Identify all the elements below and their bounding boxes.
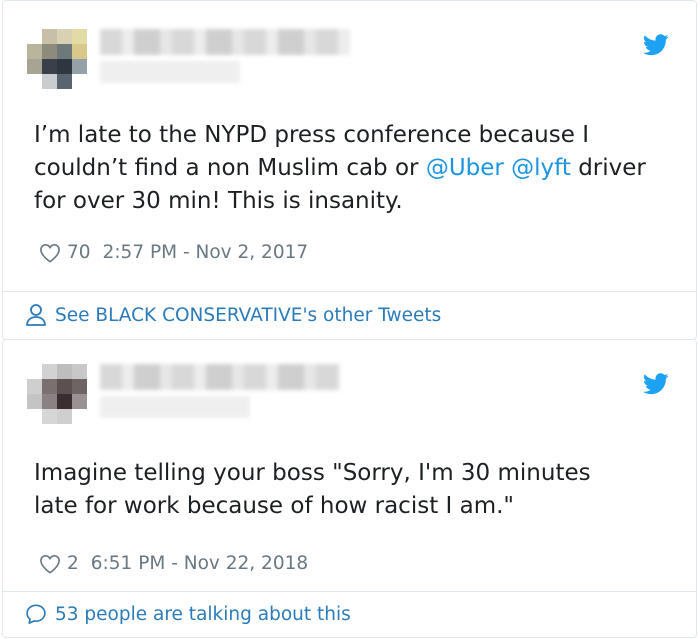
tweet-meta: 70 2:57 PM - Nov 2, 2017 (39, 242, 308, 263)
avatar[interactable] (27, 364, 87, 424)
like-count[interactable]: 70 (67, 242, 91, 263)
author-name-blurred[interactable] (100, 364, 340, 390)
divider (3, 291, 696, 292)
timestamp-link[interactable]: 2:57 PM - Nov 2, 2017 (103, 242, 309, 263)
see-other-tweets-link[interactable]: See BLACK CONSERVATIVE's other Tweets (25, 303, 441, 327)
tweet-card[interactable]: I’m late to the NYPD press conference be… (2, 0, 697, 340)
tweet-meta: 2 6:51 PM - Nov 22, 2018 (39, 553, 308, 574)
heart-icon[interactable] (39, 243, 61, 263)
person-icon (26, 304, 46, 326)
author-handle-blurred[interactable] (100, 396, 250, 418)
avatar[interactable] (27, 29, 87, 89)
like-count[interactable]: 2 (67, 553, 79, 574)
see-other-tweets-label: See BLACK CONSERVATIVE's other Tweets (55, 304, 442, 326)
heart-icon[interactable] (39, 554, 61, 574)
divider (3, 591, 696, 592)
author-name-blurred[interactable] (100, 29, 350, 55)
mention-link[interactable]: @lyft (511, 155, 571, 181)
author-handle-blurred[interactable] (100, 61, 240, 83)
speech-bubble-icon (26, 604, 46, 624)
twitter-bird-icon[interactable] (643, 373, 669, 395)
tweet-text: I’m late to the NYPD press conference be… (34, 119, 654, 218)
tweet-card[interactable]: Imagine telling your boss "Sorry, I'm 30… (2, 339, 697, 638)
tweet-text: Imagine telling your boss "Sorry, I'm 30… (34, 460, 591, 519)
twitter-bird-icon[interactable] (643, 34, 669, 56)
timestamp-link[interactable]: 6:51 PM - Nov 22, 2018 (91, 553, 308, 574)
conversation-label: 53 people are talking about this (55, 603, 351, 625)
mention-link[interactable]: @Uber (426, 155, 504, 181)
conversation-link[interactable]: 53 people are talking about this (25, 602, 351, 626)
